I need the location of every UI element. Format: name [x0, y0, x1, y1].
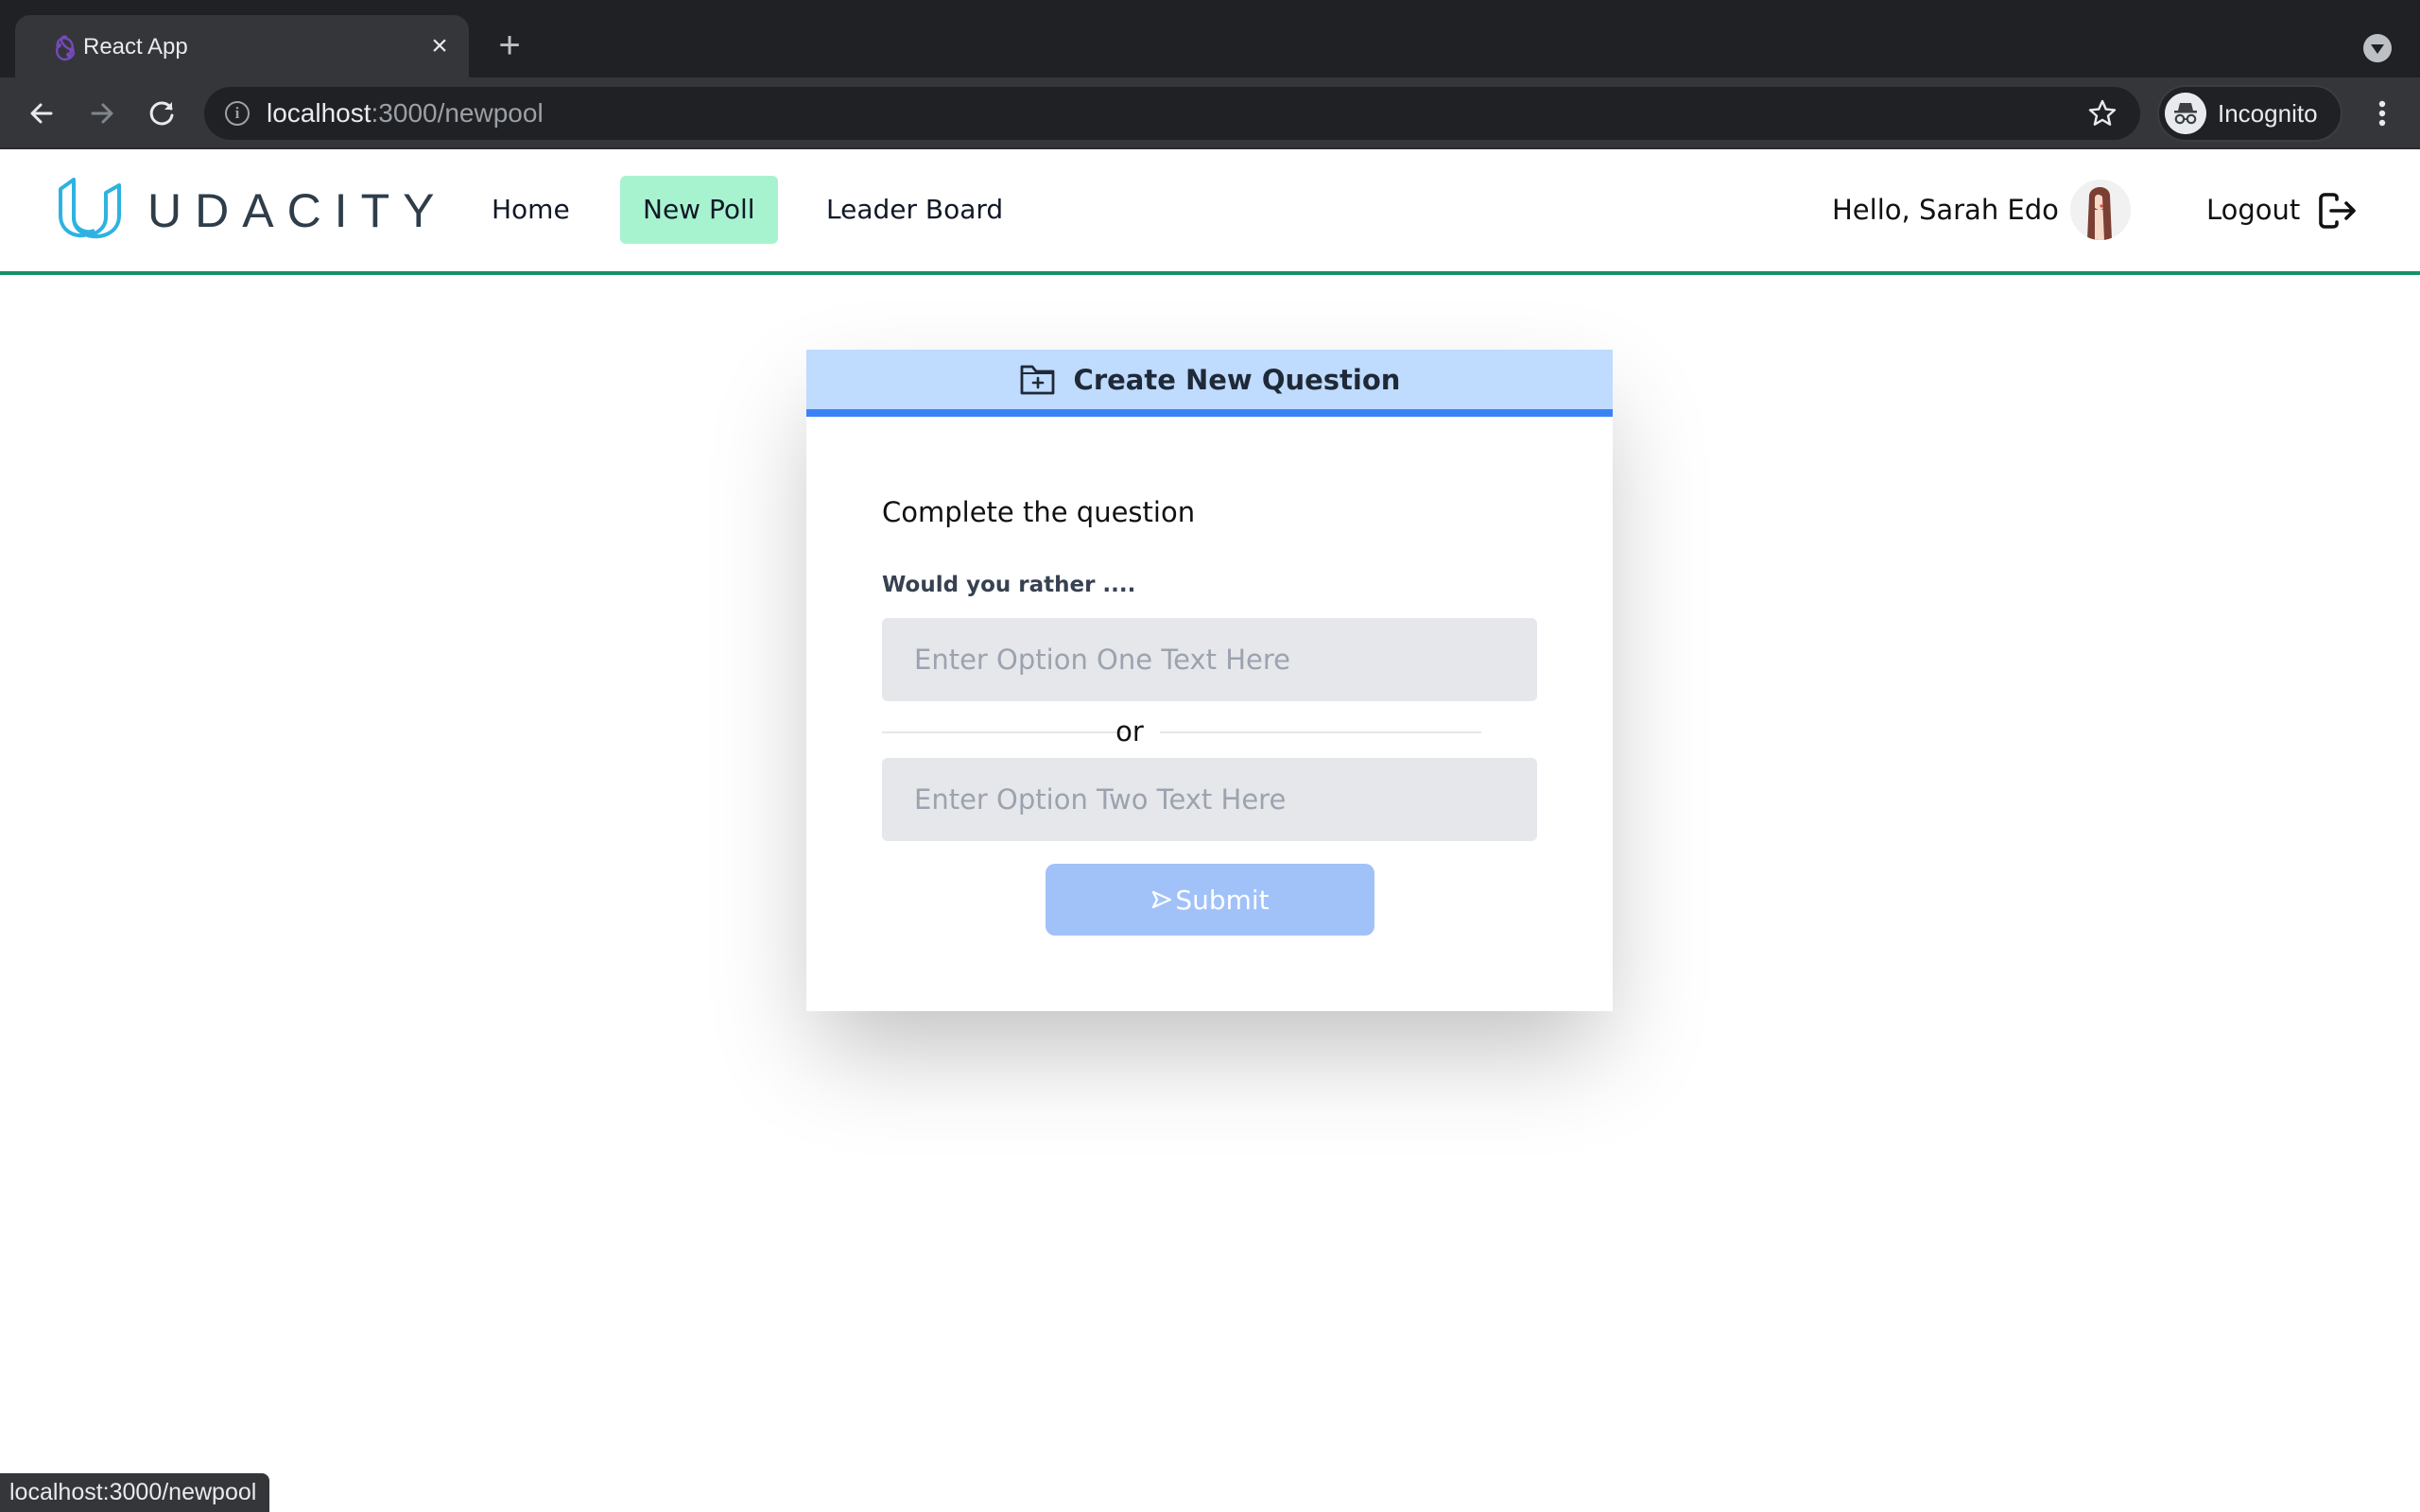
submit-label: Submit: [1175, 884, 1270, 916]
nav-leader-board[interactable]: Leader Board: [804, 176, 1026, 244]
browser-toolbar: i localhost:3000/newpool Incognito: [0, 77, 2420, 149]
nav-home[interactable]: Home: [469, 176, 593, 244]
nav-new-poll[interactable]: New Poll: [620, 176, 778, 244]
avatar: [2070, 180, 2131, 240]
would-you-rather-label: Would you rather ....: [882, 573, 1136, 597]
folder-plus-icon: [1020, 365, 1054, 394]
card-title: Create New Question: [1073, 363, 1401, 396]
browser-tab-active[interactable]: React App ×: [15, 15, 469, 77]
star-icon[interactable]: [2085, 96, 2119, 130]
chevron-down-circle-icon[interactable]: [2363, 34, 2392, 62]
incognito-icon: [2165, 93, 2206, 134]
send-arrow-icon: [1152, 890, 1172, 909]
tab-title: React App: [83, 34, 188, 60]
option-two-input[interactable]: [882, 758, 1537, 841]
url-host: localhost: [267, 98, 372, 128]
status-url-bubble: localhost:3000/newpool: [0, 1473, 270, 1512]
logo-text: UDACITY: [147, 184, 448, 237]
redux-icon: [56, 35, 76, 61]
logout-icon[interactable]: [2318, 192, 2358, 230]
udacity-logo[interactable]: UDACITY: [57, 176, 434, 244]
avatar-image: [2070, 180, 2131, 240]
submit-button[interactable]: Submit: [1046, 864, 1374, 936]
back-arrow-icon[interactable]: [23, 94, 60, 132]
complete-question-heading: Complete the question: [882, 496, 1196, 528]
info-icon[interactable]: i: [225, 101, 250, 126]
incognito-label: Incognito: [2218, 99, 2318, 128]
url-path: :3000/newpool: [371, 98, 544, 128]
incognito-profile-button[interactable]: Incognito: [2157, 85, 2342, 142]
close-icon[interactable]: ×: [424, 30, 456, 62]
kebab-menu-icon[interactable]: [2363, 94, 2401, 132]
user-greeting: Hello, Sarah Edo: [1832, 194, 2059, 226]
logout-link[interactable]: Logout: [2206, 176, 2300, 244]
card-header: Create New Question: [806, 350, 1613, 417]
or-divider-left: [882, 731, 1124, 733]
url-text[interactable]: localhost:3000/newpool: [267, 98, 544, 129]
address-bar[interactable]: i localhost:3000/newpool: [204, 87, 2140, 140]
udacity-u-icon: [59, 178, 121, 239]
browser-tab-strip: React App × +: [0, 0, 2420, 77]
or-label: or: [1115, 715, 1144, 747]
reload-icon[interactable]: [144, 94, 182, 132]
option-one-input[interactable]: [882, 618, 1537, 701]
app-header: UDACITY Home New Poll Leader Board Hello…: [0, 149, 2420, 275]
new-question-card: Create New Question Complete the questio…: [806, 350, 1613, 1011]
or-divider-right: [1160, 731, 1481, 733]
plus-icon[interactable]: +: [490, 26, 529, 66]
forward-arrow-icon[interactable]: [83, 94, 121, 132]
